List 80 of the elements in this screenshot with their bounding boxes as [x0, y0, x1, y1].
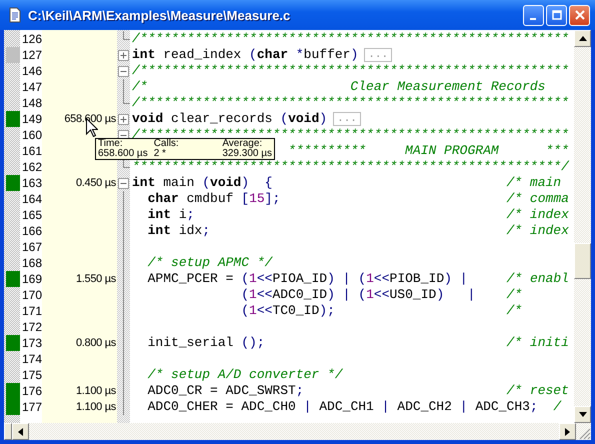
expand-icon[interactable]	[118, 50, 129, 60]
code-line: ADC0_CHER = ADC_CH0 | ADC_CH1 | ADC_CH2 | ADC_CH3; /	[148, 399, 562, 414]
line-number: 170	[22, 288, 42, 302]
maximize-button[interactable]	[546, 4, 567, 26]
vertical-scrollbar[interactable]	[574, 30, 591, 423]
code-line: (1<<TC0_ID); /*	[241, 303, 522, 318]
code-line: /*******************************************************	[132, 95, 569, 110]
code-line: init_serial (); /* initi	[148, 335, 569, 350]
tooltip-value: 2 *	[154, 149, 167, 159]
code-line: ADC0_CR = ADC_SWRST; /* reset	[148, 383, 569, 398]
line-number: 176	[22, 384, 42, 398]
tooltip-value: 658.600 µs	[98, 149, 148, 159]
expand-icon[interactable]	[118, 114, 129, 124]
maximize-icon	[552, 10, 562, 20]
code-line: *******************************************************/	[132, 159, 569, 174]
tooltip-value: 329.300 µs	[222, 149, 272, 159]
line-number: 160	[22, 128, 42, 142]
scroll-right-button[interactable]	[559, 423, 576, 440]
tooltip-label: Time:	[98, 139, 124, 149]
line-number: 175	[22, 368, 42, 382]
minimize-button[interactable]	[523, 4, 544, 26]
line-number: 169	[22, 272, 42, 286]
line-number: 177	[22, 400, 42, 414]
code-line: char cmdbuf [15]; /* comma	[148, 191, 569, 206]
execution-time: 1.550 µs	[76, 273, 116, 285]
execution-time: 0.800 µs	[76, 337, 116, 349]
document-icon	[7, 7, 23, 23]
line-number: 162	[22, 160, 42, 174]
code-line: APMC_PCER = (1<<PIOA_ID) | (1<<PIOB_ID) | /* enabl	[148, 271, 569, 286]
line-number: 127	[22, 48, 42, 62]
line-number: 161	[22, 144, 42, 158]
scroll-down-button[interactable]	[574, 406, 591, 423]
execution-time: 1.100 µs	[76, 385, 116, 397]
right-arrow-icon	[565, 428, 570, 436]
left-arrow-icon	[18, 428, 23, 436]
scroll-left-button[interactable]	[12, 423, 29, 440]
code-line: int i; /* index	[148, 207, 569, 222]
line-number: 165	[22, 208, 42, 222]
execution-time: 1.100 µs	[76, 401, 116, 413]
line-number: 147	[22, 80, 42, 94]
horizontal-scroll-thumb[interactable]	[4, 423, 12, 440]
code-line: /* setup A/D converter */	[148, 367, 343, 382]
resize-grip-icon[interactable]	[577, 426, 591, 440]
collapsed-block[interactable]: ...	[333, 112, 361, 126]
tooltip-label: Average:	[222, 139, 264, 149]
line-number: 126	[22, 32, 42, 46]
scroll-up-button[interactable]	[574, 30, 591, 47]
execution-time: 0.450 µs	[76, 177, 116, 189]
line-number: 168	[22, 256, 42, 270]
code-line: /*******************************************************	[132, 31, 569, 46]
close-icon	[574, 10, 584, 20]
line-number: 148	[22, 96, 42, 110]
horizontal-scrollbar[interactable]	[4, 423, 591, 440]
code-line: void clear_records (void)	[132, 111, 328, 126]
code-line: int idx; /* index	[148, 223, 569, 238]
code-line: /* setup APMC */	[148, 255, 272, 270]
execution-time: 658.600 µs	[64, 113, 116, 125]
line-number: 166	[22, 224, 42, 238]
line-number: 174	[22, 352, 42, 366]
line-number: 149	[22, 112, 42, 126]
code-line: (1<<ADC0_ID) | (1<<US0_ID) | /*	[241, 287, 522, 302]
down-arrow-icon	[578, 412, 586, 417]
line-number: 171	[22, 304, 42, 318]
collapsed-block[interactable]: ...	[364, 48, 392, 62]
minimize-icon	[530, 18, 536, 20]
code-line: ********** MAIN PROGRAM ***	[288, 143, 569, 158]
code-line: int main (void) { /* main	[132, 175, 562, 190]
code-line: /*******************************************************	[132, 63, 569, 78]
line-number: 163	[22, 176, 42, 190]
close-button[interactable]	[569, 4, 590, 26]
up-arrow-icon	[578, 36, 586, 41]
line-number: 164	[22, 192, 42, 206]
line-number: 146	[22, 64, 42, 78]
window-title: C:\Keil\ARM\Examples\Measure\Measure.c	[28, 8, 292, 22]
code-line: /* Clear Measurement Records	[132, 79, 546, 94]
line-number: 167	[22, 240, 42, 254]
line-number: 172	[22, 320, 42, 334]
scroll-thumb[interactable]	[574, 243, 591, 279]
line-number: 173	[22, 336, 42, 350]
code-line: int read_index (char *buffer)	[132, 47, 358, 62]
